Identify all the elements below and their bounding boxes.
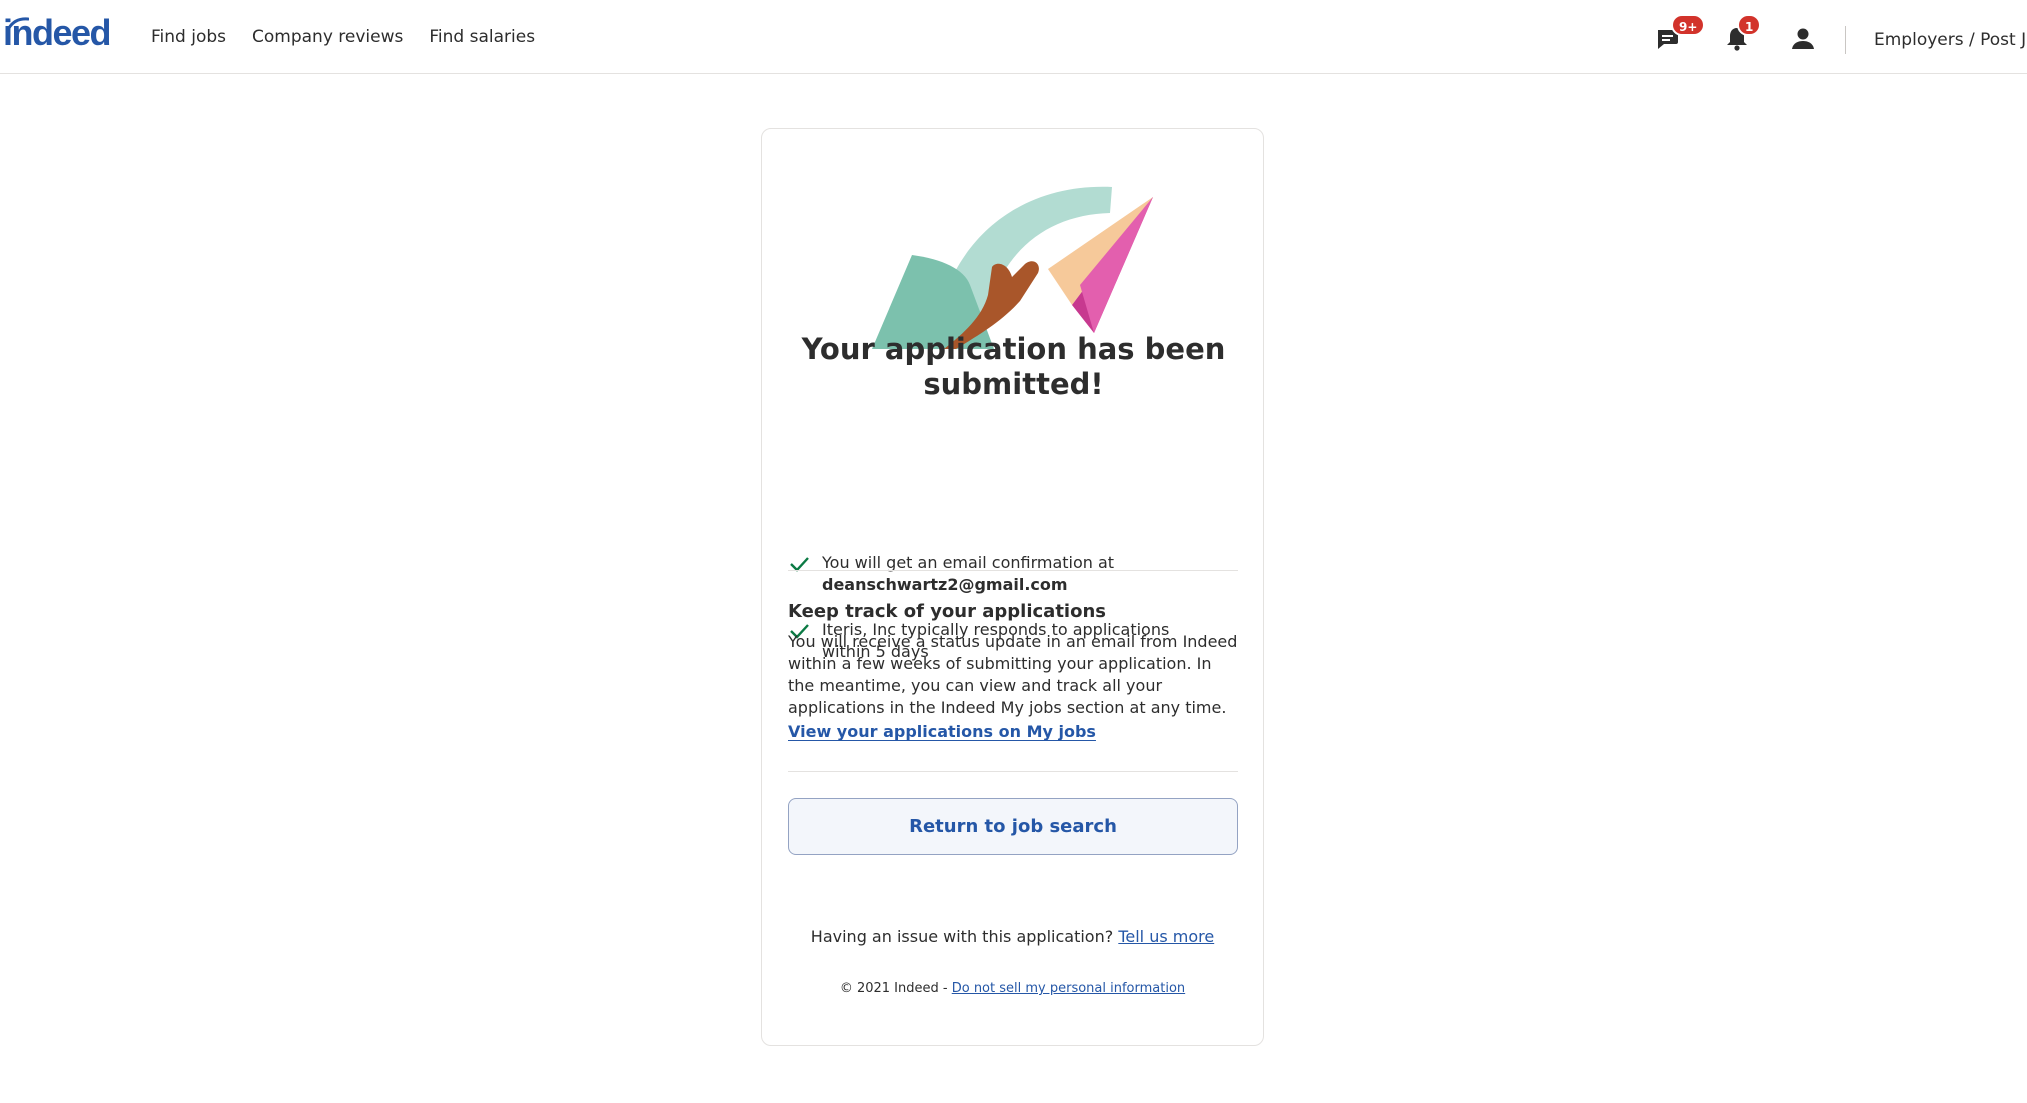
nav-find-salaries[interactable]: Find salaries [429, 27, 535, 47]
issue-text: Having an issue with this application? [810, 927, 1114, 946]
person-icon [1792, 28, 1814, 49]
confirmation-email-item: You will get an email confirmation at de… [788, 552, 1228, 596]
issue-row: Having an issue with this application? T… [762, 927, 1263, 946]
tell-us-more-link[interactable]: Tell us more [1118, 927, 1214, 946]
checkmark-icon [790, 557, 809, 572]
top-navigation-bar: indeed Find jobs Company reviews Find sa… [0, 0, 2027, 74]
messages-button[interactable]: 9+ [1653, 14, 1706, 54]
main-nav: Find jobs Company reviews Find salaries [151, 0, 561, 74]
track-applications-body: You will receive a status update in an e… [788, 632, 1238, 717]
nav-company-reviews[interactable]: Company reviews [252, 27, 403, 47]
notifications-badge: 1 [1737, 14, 1762, 36]
header-divider [1845, 26, 1846, 54]
track-applications-heading: Keep track of your applications [788, 601, 1106, 622]
page-title: Your application has been submitted! [801, 332, 1226, 401]
view-my-jobs-link[interactable]: View your applications on My jobs [788, 722, 1096, 741]
confirmation-email-address: deanschwartz2@gmail.com [822, 575, 1068, 594]
indeed-logo[interactable]: indeed [3, 11, 112, 55]
logo-arc-icon [7, 17, 29, 29]
section-divider [788, 570, 1238, 571]
footer-row: © 2021 Indeed - Do not sell my personal … [762, 981, 1263, 996]
copyright-text: © 2021 Indeed - [839, 981, 948, 996]
section-divider [788, 771, 1238, 772]
return-to-job-search-button[interactable]: Return to job search [788, 798, 1238, 855]
confirmation-card: Your application has been submitted! You… [761, 128, 1264, 1046]
notifications-button[interactable]: 1 [1721, 14, 1762, 54]
messages-badge: 9+ [1671, 14, 1706, 36]
nav-find-jobs[interactable]: Find jobs [151, 27, 226, 47]
do-not-sell-link[interactable]: Do not sell my personal information [952, 981, 1185, 996]
profile-button[interactable] [1787, 22, 1819, 54]
paper-plane-illustration [872, 186, 1153, 349]
employers-post-job-link[interactable]: Employers / Post Job [1874, 0, 2027, 80]
